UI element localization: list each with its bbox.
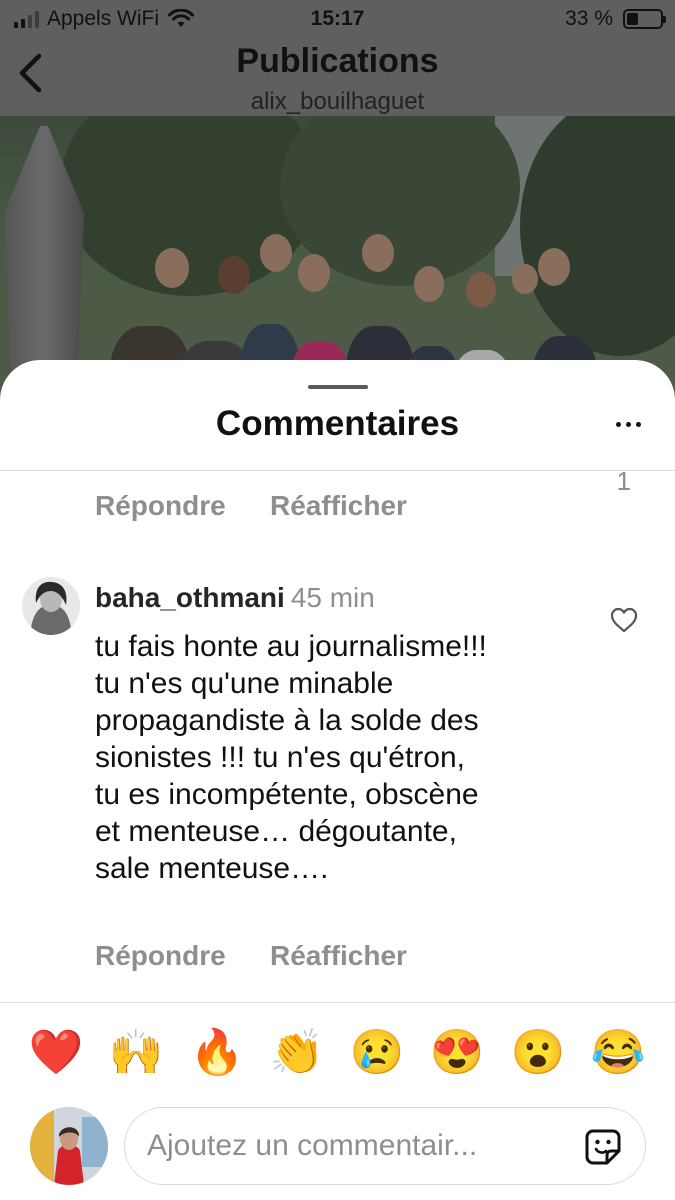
reply-button[interactable]: Répondre — [95, 490, 226, 522]
like-count: 1 — [616, 466, 631, 496]
dimmed-background: Appels WiFi 15:17 33 % Publications alix… — [0, 0, 675, 420]
battery-percent: 33 % — [565, 7, 613, 30]
more-options-icon[interactable] — [616, 422, 641, 427]
photo-head — [512, 264, 538, 294]
my-avatar[interactable] — [30, 1107, 108, 1185]
commenter-avatar[interactable] — [22, 577, 80, 635]
repost-button[interactable]: Réafficher — [270, 490, 407, 522]
comment-time: 45 min — [290, 582, 375, 613]
divider — [0, 470, 675, 471]
battery-icon — [623, 9, 666, 29]
reaction-heart[interactable]: ❤️ — [28, 1025, 84, 1081]
account-username[interactable]: alix_bouilhaguet — [0, 88, 675, 116]
username-text[interactable]: baha_othmani — [95, 582, 285, 613]
page-title: Publications — [236, 42, 439, 80]
comment-composer[interactable] — [124, 1107, 646, 1185]
reaction-raised-hands[interactable]: 🙌 — [108, 1025, 164, 1081]
photo-head — [414, 266, 444, 302]
sheet-drag-handle[interactable] — [308, 385, 368, 389]
reaction-laughing[interactable]: 😂 — [590, 1025, 646, 1081]
reaction-heart-eyes[interactable]: 😍 — [429, 1025, 485, 1081]
photo-tree — [520, 116, 675, 356]
photo-head — [260, 234, 292, 272]
reaction-crying[interactable]: 😢 — [349, 1025, 405, 1081]
commenter-username[interactable]: baha_othmani 45 min — [95, 582, 375, 614]
reply-button[interactable]: Répondre — [95, 940, 226, 972]
photo-head — [155, 248, 189, 288]
comment-input[interactable] — [147, 1122, 567, 1170]
photo-head — [466, 272, 496, 308]
sticker-icon[interactable] — [583, 1127, 623, 1167]
heart-icon[interactable] — [609, 606, 639, 634]
status-bar: Appels WiFi 15:17 33 % — [0, 0, 675, 38]
repost-button[interactable]: Réafficher — [270, 940, 407, 972]
photo-head — [298, 254, 330, 292]
sheet-title: Commentaires — [215, 404, 460, 443]
reaction-clap[interactable]: 👏 — [269, 1025, 325, 1081]
reaction-surprised[interactable]: 😮 — [510, 1025, 566, 1081]
navigation-bar: Publications alix_bouilhaguet — [0, 38, 675, 116]
reaction-fire[interactable]: 🔥 — [189, 1025, 245, 1081]
photo-head — [218, 256, 250, 294]
status-right: 33 % — [565, 7, 666, 31]
portrait-image — [22, 577, 80, 635]
quick-reactions-bar: ❤️ 🙌 🔥 👏 😢 😍 😮 😂 — [0, 1025, 675, 1085]
comment-text: tu fais honte au journalisme!!! tu n'es … — [95, 630, 487, 885]
photo-head — [538, 248, 570, 286]
profile-photo — [30, 1107, 108, 1185]
photo-head — [362, 234, 394, 272]
divider — [0, 1002, 675, 1003]
